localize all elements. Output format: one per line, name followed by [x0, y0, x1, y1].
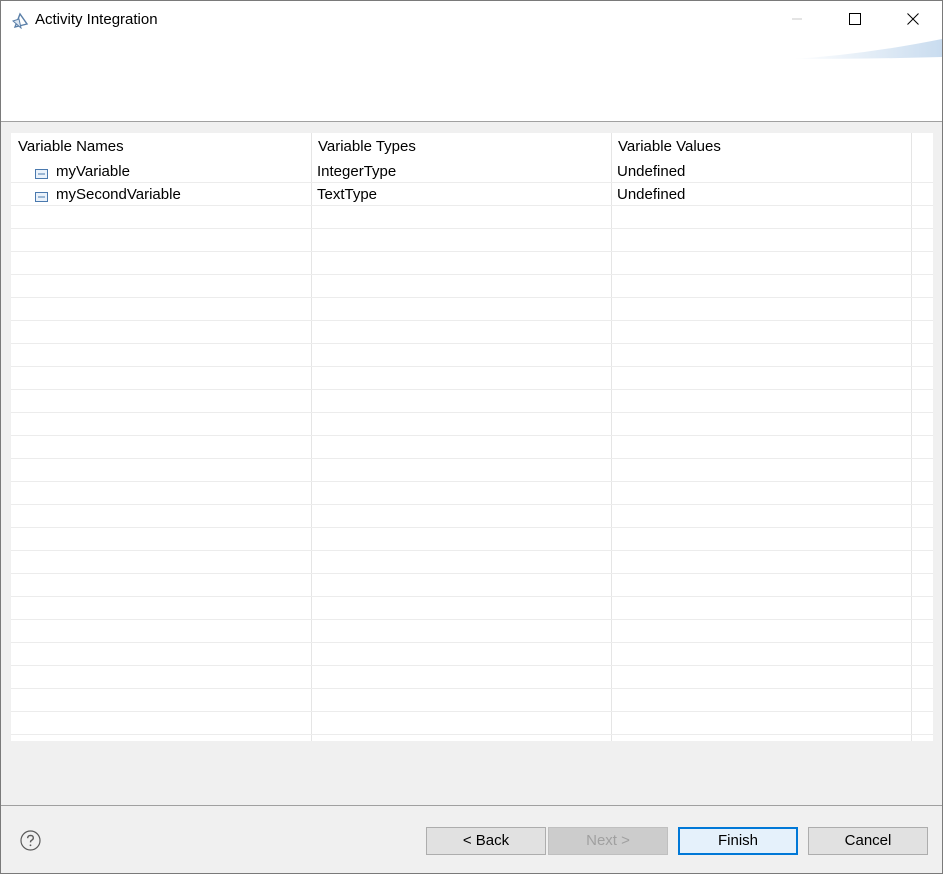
row-gridline [11, 412, 933, 413]
column-separator [311, 133, 312, 741]
variable-value: Undefined [617, 163, 686, 180]
row-gridline [11, 297, 933, 298]
table-row[interactable]: myVariable IntegerType Undefined [11, 160, 933, 183]
minimize-button[interactable] [768, 1, 826, 39]
finish-button[interactable]: Finish [678, 827, 798, 855]
table-row[interactable]: mySecondVariable TextType Undefined [11, 183, 933, 206]
variable-icon [35, 189, 48, 202]
wizard-window: Activity Integration Variable Names Vari… [0, 0, 943, 874]
wizard-banner [1, 39, 942, 122]
row-gridline [11, 550, 933, 551]
minimize-icon [791, 12, 803, 28]
row-gridline [11, 481, 933, 482]
row-gridline [11, 228, 933, 229]
row-gridline [11, 596, 933, 597]
maximize-icon [849, 12, 861, 28]
row-gridline [11, 573, 933, 574]
help-icon[interactable] [20, 830, 41, 851]
column-header-types[interactable]: Variable Types [311, 133, 611, 159]
variable-value: Undefined [617, 186, 686, 203]
footer-divider [1, 805, 942, 806]
row-gridline [11, 435, 933, 436]
row-gridline [11, 619, 933, 620]
close-button[interactable] [884, 1, 942, 39]
table-header: Variable Names Variable Types Variable V… [11, 133, 933, 159]
column-separator [911, 133, 912, 741]
row-gridline [11, 665, 933, 666]
column-separator [611, 133, 612, 741]
variable-name: myVariable [56, 163, 130, 180]
row-gridline [11, 734, 933, 735]
row-gridline [11, 366, 933, 367]
row-gridline [11, 205, 933, 206]
row-gridline [11, 527, 933, 528]
window-title: Activity Integration [35, 11, 158, 28]
close-icon [907, 12, 919, 28]
variable-icon [35, 166, 48, 179]
row-gridline [11, 711, 933, 712]
title-bar: Activity Integration [1, 1, 942, 39]
row-gridline [11, 458, 933, 459]
maximize-button[interactable] [826, 1, 884, 39]
row-gridline [11, 688, 933, 689]
variable-type: TextType [317, 186, 378, 203]
wizard-app-icon [12, 12, 29, 30]
column-header-names[interactable]: Variable Names [11, 133, 311, 159]
next-button[interactable]: Next > [548, 827, 668, 855]
row-gridline [11, 504, 933, 505]
row-gridline [11, 642, 933, 643]
banner-decoration [792, 39, 942, 59]
row-gridline [11, 343, 933, 344]
variable-name: mySecondVariable [56, 186, 181, 203]
row-gridline [11, 320, 933, 321]
row-gridline [11, 182, 933, 183]
cancel-button[interactable]: Cancel [808, 827, 928, 855]
row-gridline [11, 251, 933, 252]
row-gridline [11, 274, 933, 275]
variable-type: IntegerType [317, 163, 397, 180]
column-header-values[interactable]: Variable Values [611, 133, 911, 159]
variables-table: Variable Names Variable Types Variable V… [11, 133, 933, 741]
row-gridline [11, 389, 933, 390]
back-button[interactable]: < Back [426, 827, 546, 855]
